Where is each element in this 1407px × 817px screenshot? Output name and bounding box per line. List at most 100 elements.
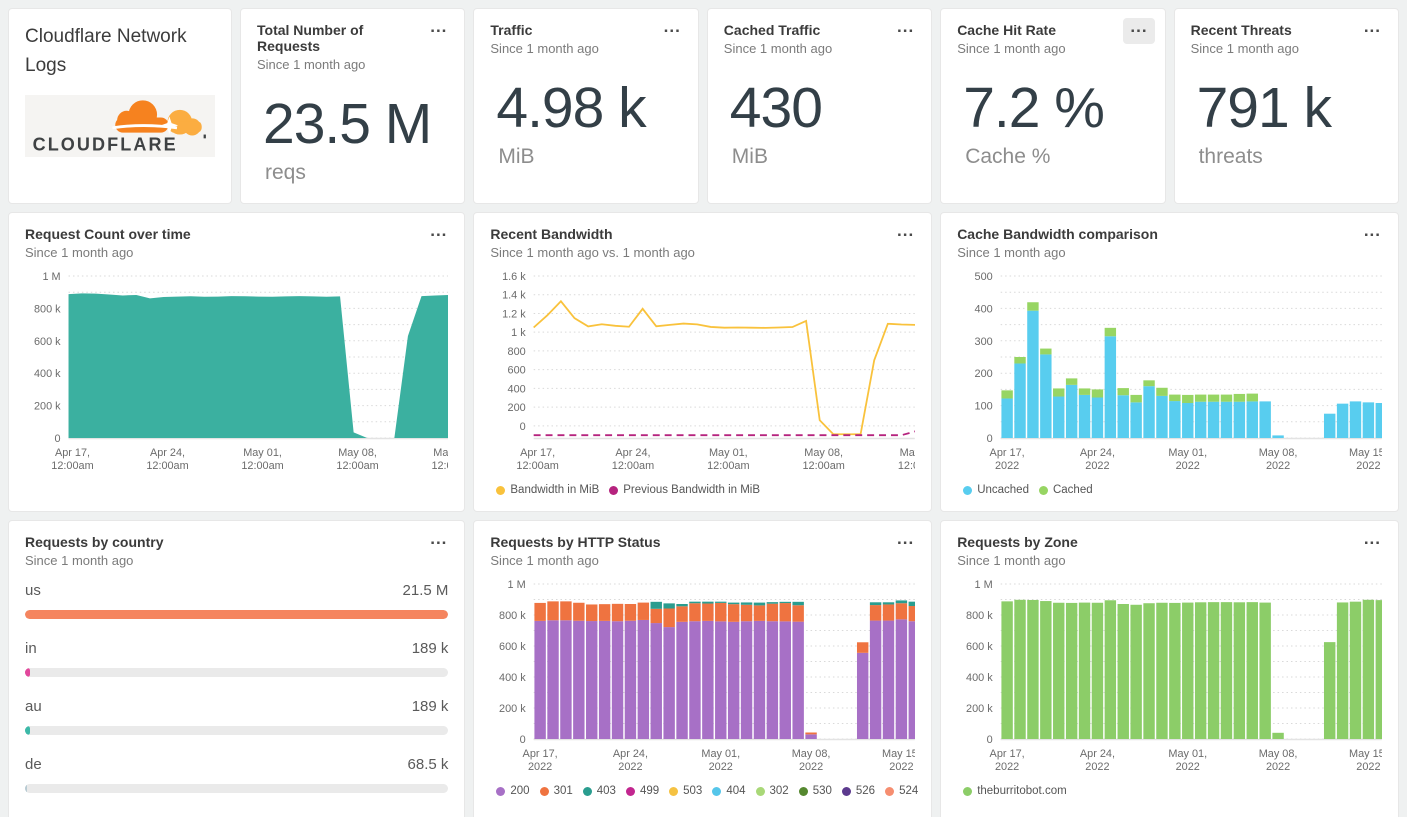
- legend-item[interactable]: 526: [841, 785, 875, 797]
- svg-text:May 01,2022: May 01, 2022: [702, 748, 741, 773]
- legend-dot-icon: [582, 786, 592, 796]
- legend-item[interactable]: 499: [625, 785, 659, 797]
- country-bar-track: [25, 668, 449, 677]
- country-bar-fill: [25, 726, 30, 735]
- legend-item[interactable]: 403: [582, 785, 616, 797]
- cache-bandwidth-bar-chart[interactable]: 0 100 200 300 400 500 Apr 17, 2022 Apr 24, 2022 Ma…: [957, 270, 1382, 482]
- svg-text:0: 0: [520, 421, 526, 433]
- panel-traffic: Traffic Since 1 month ago ... 4.98 k MiB: [473, 8, 699, 204]
- svg-text:800: 800: [508, 346, 526, 358]
- legend-label: 301: [553, 785, 573, 797]
- country-label: au: [25, 698, 42, 715]
- legend-dot-icon: [885, 786, 895, 796]
- svg-text:May 15,2022: May 15,2022: [882, 748, 915, 773]
- legend-item[interactable]: 301: [539, 785, 573, 797]
- legend-label: 524: [899, 785, 919, 797]
- panel-subtitle: Since 1 month ago: [723, 41, 833, 56]
- svg-text:600 k: 600 k: [966, 641, 993, 653]
- legend-item[interactable]: 524: [885, 785, 918, 797]
- legend-label: Cached: [1052, 484, 1093, 496]
- country-row: in 189 k: [25, 640, 449, 677]
- panel-title: Recent Bandwidth: [490, 226, 613, 242]
- legend-dot-icon: [963, 786, 973, 796]
- svg-text:1.4 k: 1.4 k: [502, 290, 526, 302]
- panel-menu-button[interactable]: ...: [1357, 530, 1388, 556]
- svg-text:400: 400: [975, 303, 993, 315]
- svg-text:1.2 k: 1.2 k: [502, 308, 526, 320]
- request-count-area-chart[interactable]: 0 200 k 400 k 600 k 800 k 1 M Apr 17, 12:00am Ap…: [25, 270, 449, 482]
- svg-text:Apr 17,2022: Apr 17, 2022: [990, 748, 1025, 773]
- country-bar-fill: [25, 668, 30, 677]
- panel-menu-button[interactable]: ...: [423, 18, 454, 44]
- panel-menu-button[interactable]: ...: [1357, 222, 1388, 248]
- legend-label: 200: [510, 785, 530, 797]
- panel-brand: Cloudflare Network Logs CLOUDFLARE: [8, 8, 232, 204]
- legend-dot-icon: [669, 786, 679, 796]
- panel-menu-button[interactable]: ...: [890, 18, 921, 44]
- svg-text:200 k: 200 k: [34, 401, 61, 413]
- panel-title: Requests by Zone: [957, 534, 1078, 550]
- legend-item[interactable]: 404: [712, 785, 746, 797]
- panel-requests-by-zone: Requests by Zone Since 1 month ago ... 0…: [940, 520, 1399, 817]
- legend-item[interactable]: theburritobot.com: [963, 785, 1067, 797]
- legend-item[interactable]: Previous Bandwidth in MiB: [609, 484, 760, 496]
- panel-subtitle: Since 1 month ago: [957, 553, 1066, 568]
- panel-subtitle: Since 1 month ago: [957, 41, 1066, 56]
- panel-title: Cache Hit Rate: [957, 22, 1056, 38]
- panel-menu-button[interactable]: ...: [890, 530, 921, 556]
- legend-dot-icon: [625, 786, 635, 796]
- panel-subtitle: Since 1 month ago: [257, 57, 366, 72]
- stat-unit: MiB: [498, 145, 535, 168]
- panel-menu-button[interactable]: ...: [657, 18, 688, 44]
- stat-unit: reqs: [265, 161, 306, 184]
- legend-dot-icon: [496, 485, 506, 495]
- svg-text:Apr 24,2022: Apr 24, 2022: [1080, 447, 1115, 472]
- svg-text:1 M: 1 M: [508, 579, 526, 591]
- svg-text:Apr 17,2022: Apr 17, 2022: [523, 748, 558, 773]
- svg-text:Apr 24,12:00am: Apr 24, 12:00am: [612, 447, 654, 472]
- legend-item[interactable]: 200: [496, 785, 530, 797]
- legend-dot-icon: [755, 786, 765, 796]
- country-bar-list: us 21.5 M in 189 k au 189 k de 68.5 k: [25, 582, 449, 793]
- svg-text:Apr 24,2022: Apr 24, 2022: [1080, 748, 1115, 773]
- panel-subtitle: Since 1 month ago: [1190, 41, 1299, 56]
- stat-value: 23.5 M: [263, 92, 432, 156]
- panel-menu-button[interactable]: ...: [1357, 18, 1388, 44]
- panel-subtitle: Since 1 month ago: [957, 245, 1066, 260]
- bandwidth-legend: Bandwidth in MiB Previous Bandwidth in Mi…: [490, 484, 915, 496]
- svg-text:400: 400: [508, 383, 526, 395]
- svg-text:800 k: 800 k: [966, 610, 993, 622]
- panel-menu-button[interactable]: ...: [1123, 18, 1155, 44]
- bandwidth-line-chart[interactable]: 0 200 400 600 800 1 k 1.2 k 1.4 k 1.6 k Apr 17, 12…: [490, 270, 916, 482]
- svg-text:May 01,2022: May 01, 2022: [1169, 748, 1208, 773]
- svg-text:100: 100: [975, 401, 993, 413]
- svg-text:May 15,2022: May 15,2022: [1349, 748, 1382, 773]
- svg-text:Apr 24,2022: Apr 24, 2022: [613, 748, 648, 773]
- legend-item[interactable]: Cached: [1038, 484, 1093, 496]
- svg-text:May 15,12:00am: May 15,12:00am: [898, 447, 915, 472]
- legend-item[interactable]: Uncached: [963, 484, 1029, 496]
- country-bar-fill: [25, 610, 449, 619]
- svg-text:May 08,2022: May 08, 2022: [1259, 447, 1298, 472]
- panel-menu-button[interactable]: ...: [423, 530, 454, 556]
- country-value: 21.5 M: [402, 582, 449, 599]
- legend-dot-icon: [496, 786, 506, 796]
- legend-item[interactable]: 530: [798, 785, 832, 797]
- legend-dot-icon: [712, 786, 722, 796]
- legend-item[interactable]: 503: [669, 785, 702, 797]
- panel-requests-by-http-status: Requests by HTTP Status Since 1 month ag…: [473, 520, 933, 817]
- zone-bar-chart[interactable]: 0 200 k 400 k 600 k 800 k 1 M Apr 17, 2022 Apr 2…: [957, 578, 1382, 783]
- svg-text:500: 500: [975, 271, 993, 283]
- panel-recent-threats: Recent Threats Since 1 month ago ... 791…: [1173, 8, 1399, 204]
- svg-text:0: 0: [520, 734, 526, 746]
- legend-item[interactable]: Bandwidth in MiB: [496, 484, 599, 496]
- country-value: 68.5 k: [407, 756, 449, 773]
- http-status-bar-chart[interactable]: 0 200 k 400 k 600 k 800 k 1 M Apr 17, 2022 Apr 2…: [490, 578, 916, 783]
- panel-menu-button[interactable]: ...: [423, 222, 454, 248]
- legend-item[interactable]: 302: [755, 785, 789, 797]
- panel-title: Traffic: [490, 22, 533, 38]
- country-label: in: [25, 640, 37, 657]
- stat-value: 791 k: [1196, 76, 1332, 140]
- panel-menu-button[interactable]: ...: [890, 222, 921, 248]
- svg-text:200 k: 200 k: [966, 703, 993, 715]
